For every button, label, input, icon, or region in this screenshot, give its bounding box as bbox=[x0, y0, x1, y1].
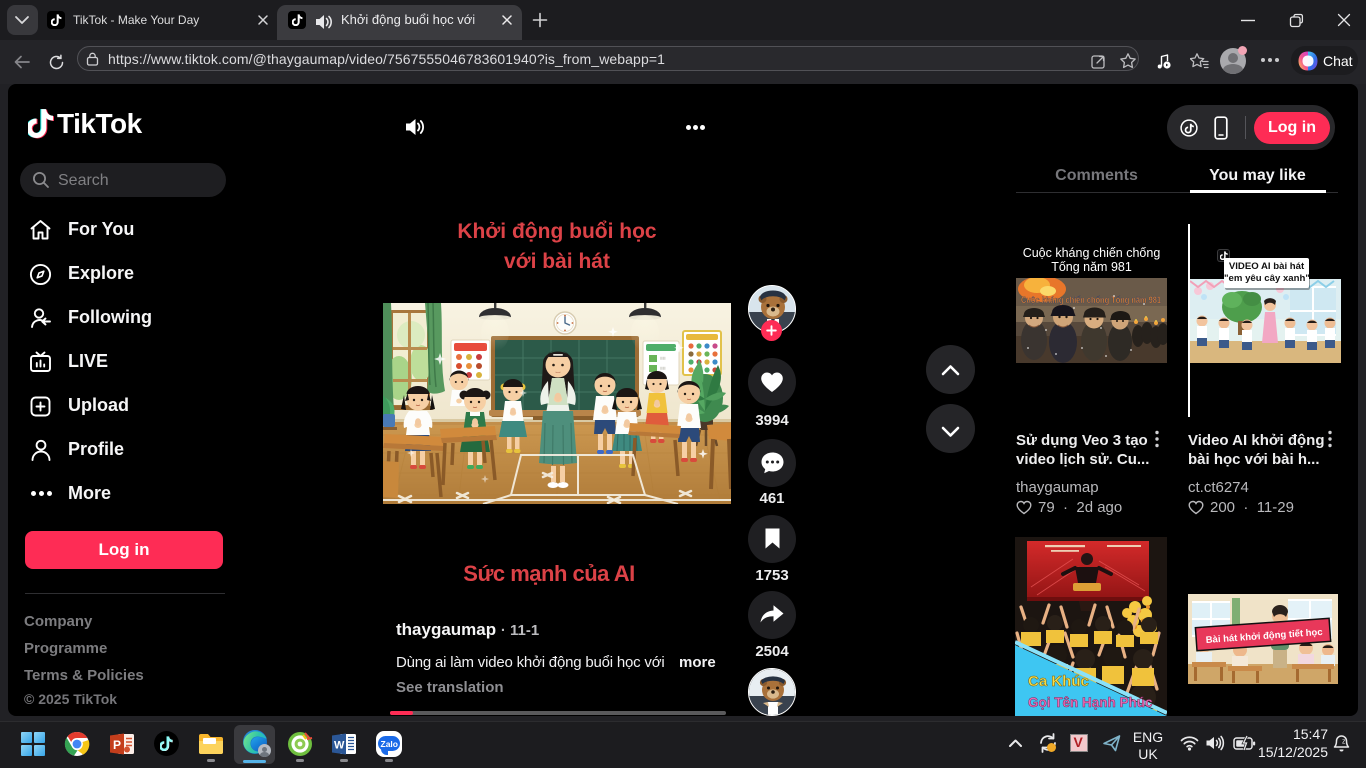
svg-text:P: P bbox=[113, 738, 121, 752]
svg-text:Cuộc kháng chiến chống Tống nă: Cuộc kháng chiến chống Tống năm 981 bbox=[1021, 295, 1161, 305]
svg-text:z: z bbox=[1342, 739, 1346, 746]
svg-text:⠿⠿: ⠿⠿ bbox=[660, 356, 666, 361]
svg-text:Ca Khúc: Ca Khúc bbox=[1028, 673, 1089, 690]
svg-text:W: W bbox=[334, 740, 345, 752]
svg-text:⠿⠿: ⠿⠿ bbox=[660, 366, 666, 371]
svg-text:Gọi Tên Hạnh Phúc: Gọi Tên Hạnh Phúc bbox=[1028, 695, 1153, 710]
